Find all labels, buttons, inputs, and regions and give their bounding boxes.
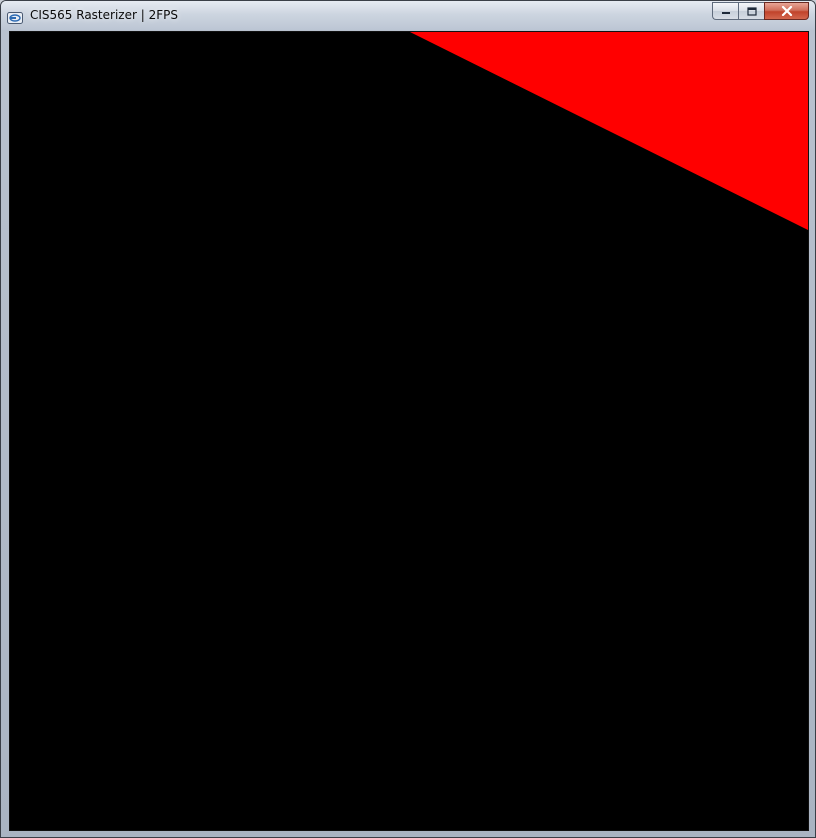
minimize-icon [721, 12, 730, 14]
minimize-button[interactable] [712, 2, 738, 20]
render-canvas[interactable] [10, 32, 808, 830]
app-icon[interactable] [7, 9, 23, 24]
window-title: CIS565 Rasterizer | 2FPS [30, 8, 178, 22]
title-bar[interactable]: CIS565 Rasterizer | 2FPS [1, 1, 815, 30]
app-window: CIS565 Rasterizer | 2FPS [0, 0, 816, 838]
window-controls [712, 2, 809, 21]
close-button[interactable] [764, 2, 809, 20]
render-viewport[interactable] [9, 31, 809, 831]
close-icon [781, 6, 792, 16]
maximize-icon [746, 6, 757, 16]
maximize-button[interactable] [738, 2, 764, 20]
